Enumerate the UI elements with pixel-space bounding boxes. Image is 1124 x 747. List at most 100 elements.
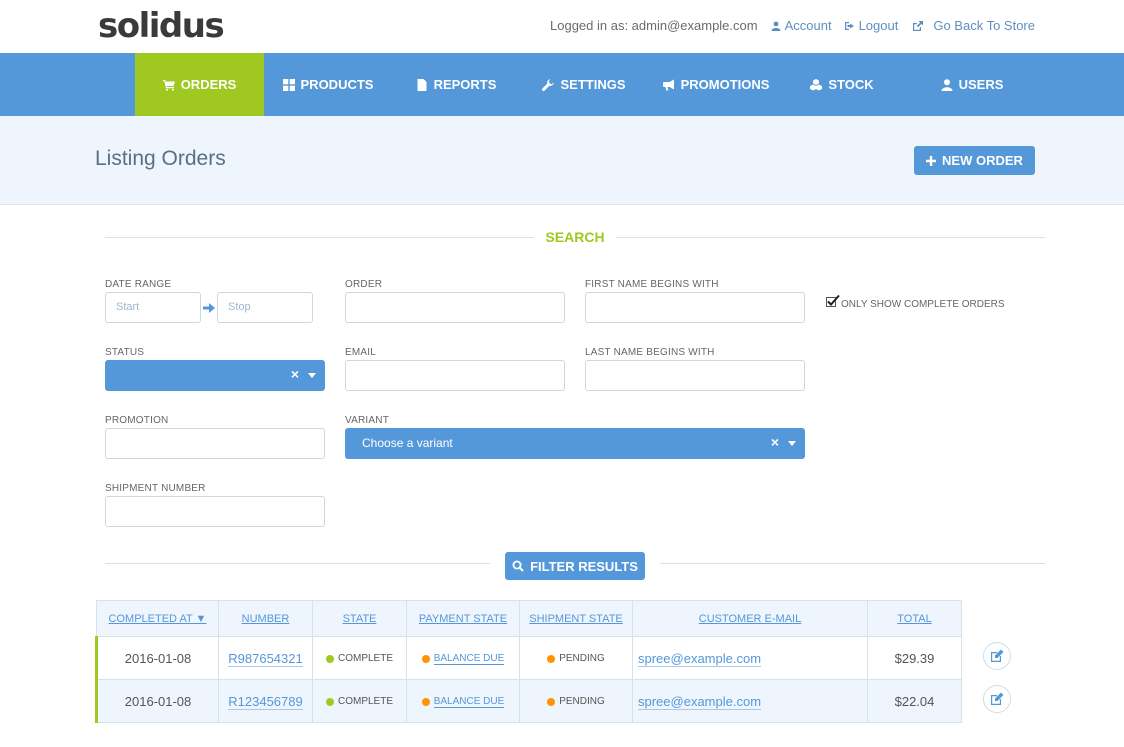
edit-icon	[991, 649, 1004, 662]
logout-link-label: Logout	[858, 18, 899, 33]
email-cell: spree@example.com	[632, 679, 868, 723]
nav-stock-label: STOCK	[828, 77, 874, 92]
date-stop-input[interactable]: Stop	[217, 292, 313, 323]
state-badge: COMPLETE	[337, 696, 393, 707]
last-name-label: LAST NAME BEGINS WITH	[585, 347, 715, 358]
completed-at-cell: 2016-01-08	[95, 636, 219, 680]
number-cell: R123456789	[218, 679, 313, 723]
total-cell: $29.39	[867, 636, 962, 680]
nav-products-label: PRODUCTS	[300, 77, 374, 92]
nav-products[interactable]: PRODUCTS	[264, 53, 392, 116]
status-dot	[421, 654, 430, 663]
order-number-input[interactable]	[345, 292, 565, 323]
state-cell: COMPLETE	[312, 679, 407, 723]
date-start-placeholder: Start	[116, 301, 140, 313]
shipment-state-badge: PENDING	[559, 696, 605, 707]
nav-reports[interactable]: REPORTS	[392, 53, 520, 116]
col-shipment-state[interactable]: SHIPMENT STATE	[519, 600, 633, 637]
new-order-button[interactable]: NEW ORDER	[914, 146, 1035, 175]
nav-users-label: USERS	[958, 77, 1004, 92]
order-label: ORDER	[345, 279, 383, 290]
col-payment-state[interactable]: PAYMENT STATE	[406, 600, 520, 637]
date-start-input[interactable]: Start	[105, 292, 201, 323]
page-title: Listing Orders	[95, 147, 226, 170]
edit-order-button[interactable]	[983, 685, 1011, 713]
account-link-label: Account	[784, 18, 832, 33]
status-select[interactable]: ×	[105, 360, 325, 391]
col-customer-email[interactable]: CUSTOMER E-MAIL	[632, 600, 868, 637]
complete-only-label: ONLY SHOW COMPLETE ORDERS	[841, 299, 1005, 310]
order-number-link[interactable]: R987654321	[228, 650, 303, 667]
payment-state-cell: BALANCE DUE	[406, 679, 520, 723]
email-input[interactable]	[345, 360, 565, 391]
clear-status-icon[interactable]: ×	[291, 366, 299, 382]
plus-icon	[926, 155, 937, 166]
status-dot	[547, 654, 556, 663]
status-dot	[325, 654, 334, 663]
shipment-state-cell: PENDING	[519, 679, 633, 723]
bullhorn-icon	[662, 79, 674, 90]
logout-link[interactable]: Logout	[844, 18, 899, 33]
first-name-input[interactable]	[585, 292, 805, 323]
col-state[interactable]: STATE	[312, 600, 407, 637]
nav-promotions[interactable]: PROMOTIONS	[648, 53, 784, 116]
col-completed-at[interactable]: COMPLETED AT ▼	[96, 600, 219, 637]
wrench-icon	[542, 78, 555, 91]
number-cell: R987654321	[218, 636, 313, 680]
filter-divider-left	[105, 563, 490, 564]
nav-orders[interactable]: ORDERS	[135, 53, 264, 123]
variant-select[interactable]: Choose a variant ×	[345, 428, 805, 459]
nav-settings[interactable]: SETTINGS	[520, 53, 648, 116]
state-cell: COMPLETE	[312, 636, 407, 680]
customer-email-link[interactable]: spree@example.com	[638, 693, 762, 710]
new-order-label: NEW ORDER	[942, 153, 1023, 168]
nav-users[interactable]: USERS	[908, 53, 1036, 116]
status-dot	[547, 697, 556, 706]
table-row: 2016-01-08 R123456789 COMPLETE BALANCE D…	[95, 679, 962, 723]
table-header-row: COMPLETED AT ▼ NUMBER STATE PAYMENT STAT…	[96, 600, 962, 637]
col-number[interactable]: NUMBER	[218, 600, 313, 637]
shipment-state-cell: PENDING	[519, 636, 633, 680]
search-icon	[512, 560, 524, 572]
email-cell: spree@example.com	[632, 636, 868, 680]
total-cell: $22.04	[867, 679, 962, 723]
chevron-down-icon	[308, 373, 316, 378]
promotion-input[interactable]	[105, 428, 325, 459]
last-name-input[interactable]	[585, 360, 805, 391]
status-label: STATUS	[105, 347, 145, 358]
orders-table: COMPLETED AT ▼ NUMBER STATE PAYMENT STAT…	[95, 600, 962, 723]
user-icon	[771, 21, 781, 31]
shipment-number-input[interactable]	[105, 496, 325, 527]
logout-icon	[844, 21, 854, 30]
search-divider-left	[105, 237, 534, 238]
payment-state-link[interactable]: BALANCE DUE	[433, 696, 505, 708]
filter-divider-right	[660, 563, 1045, 564]
first-name-label: FIRST NAME BEGINS WITH	[585, 279, 719, 290]
back-to-store-link[interactable]: Go Back To Store	[913, 18, 1035, 33]
user-icon	[941, 78, 953, 91]
cart-icon	[162, 79, 175, 91]
email-label: EMAIL	[345, 347, 377, 358]
payment-state-link[interactable]: BALANCE DUE	[433, 653, 505, 665]
solidus-logo[interactable]: solidus	[98, 6, 225, 46]
shipment-state-badge: PENDING	[559, 653, 605, 664]
login-status: Logged in as: admin@example.com	[550, 18, 758, 33]
external-link-icon	[913, 20, 924, 31]
filter-results-button[interactable]: FILTER RESULTS	[505, 552, 645, 580]
order-number-link[interactable]: R123456789	[228, 693, 303, 710]
nav-stock[interactable]: STOCK	[784, 53, 900, 116]
complete-only-checkbox[interactable]: ONLY SHOW COMPLETE ORDERS	[826, 293, 1005, 310]
customer-email-link[interactable]: spree@example.com	[638, 650, 762, 667]
top-header: solidus Logged in as: admin@example.com …	[0, 0, 1124, 53]
status-dot	[421, 697, 430, 706]
chevron-down-icon	[788, 441, 796, 446]
account-link[interactable]: Account	[771, 18, 832, 33]
edit-order-button[interactable]	[983, 642, 1011, 670]
grid-icon	[282, 78, 295, 91]
date-range-label: DATE RANGE	[105, 279, 172, 290]
nav-reports-label: REPORTS	[433, 77, 497, 92]
col-total[interactable]: TOTAL	[867, 600, 962, 637]
clear-variant-icon[interactable]: ×	[771, 434, 779, 450]
nav-orders-label: ORDERS	[180, 77, 237, 92]
payment-state-cell: BALANCE DUE	[406, 636, 520, 680]
